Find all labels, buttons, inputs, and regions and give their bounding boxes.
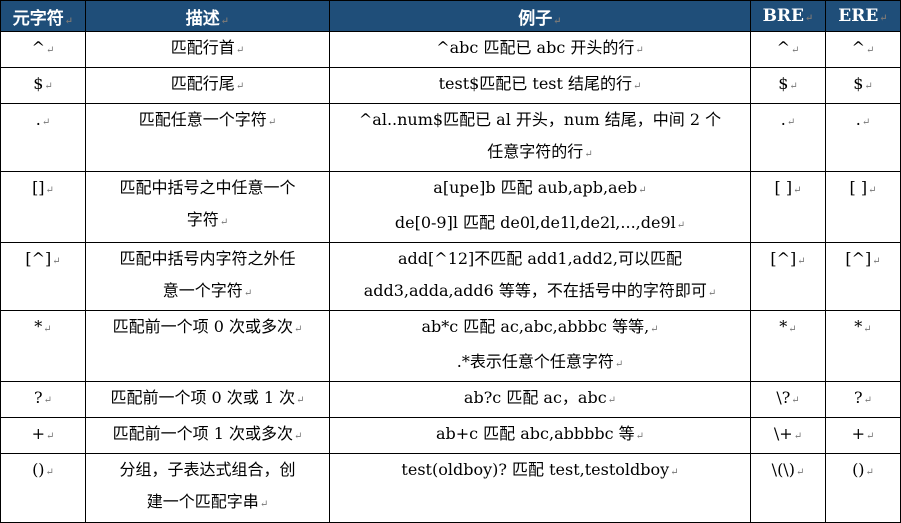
cell-metachar: ?↵ xyxy=(0,381,86,418)
header-description: 描述↵ xyxy=(85,0,330,32)
cell-metachar: []↵ xyxy=(0,171,86,243)
cell-description: 匹配中括号之中任意一个 字符↵ xyxy=(85,171,330,243)
header-metachar: 元字符↵ xyxy=(0,0,86,32)
cell-example: test$匹配已 test 结尾的行↵ xyxy=(329,67,751,104)
cell-bre: *↵ xyxy=(750,310,826,382)
cell-bre: \+↵ xyxy=(750,417,826,454)
cell-metachar: *↵ xyxy=(0,310,86,382)
cell-ere: .↵ xyxy=(825,103,901,172)
cell-example: ^abc 匹配已 abc 开头的行↵ xyxy=(329,31,751,68)
cell-ere: ^↵ xyxy=(825,31,901,68)
cell-bre: [ ]↵ xyxy=(750,171,826,243)
cell-bre: .↵ xyxy=(750,103,826,172)
cell-ere: $↵ xyxy=(825,67,901,104)
cell-description: 匹配行首↵ xyxy=(85,31,330,68)
cell-metachar: ^↵ xyxy=(0,31,86,68)
header-row: 元字符↵ 描述↵ 例子↵ BRE↵ ERE↵ xyxy=(0,0,901,32)
table-row: ^↵ 匹配行首↵ ^abc 匹配已 abc 开头的行↵ ^↵ ^↵ xyxy=(0,31,901,68)
table-row: +↵ 匹配前一个项 1 次或多次↵ ab+c 匹配 abc,abbbbc 等↵ … xyxy=(0,417,901,454)
cell-ere: [ ]↵ xyxy=(825,171,901,243)
cell-metachar: [^]↵ xyxy=(0,242,86,311)
cell-bre: \(\)↵ xyxy=(750,453,826,523)
cell-bre: $↵ xyxy=(750,67,826,104)
table-row: *↵ 匹配前一个项 0 次或多次↵ ab*c 匹配 ac,abc,abbbc 等… xyxy=(0,310,901,382)
cell-description: 匹配前一个项 0 次或 1 次↵ xyxy=(85,381,330,418)
cell-bre: ^↵ xyxy=(750,31,826,68)
table-row: ?↵ 匹配前一个项 0 次或 1 次↵ ab?c 匹配 ac，abc↵ \?↵ … xyxy=(0,381,901,418)
cell-description: 匹配前一个项 0 次或多次↵ xyxy=(85,310,330,382)
cell-ere: +↵ xyxy=(825,417,901,454)
cell-metachar: $↵ xyxy=(0,67,86,104)
cell-bre: \?↵ xyxy=(750,381,826,418)
cell-ere: [^]↵ xyxy=(825,242,901,311)
cell-description: 匹配行尾↵ xyxy=(85,67,330,104)
cell-description: 匹配前一个项 1 次或多次↵ xyxy=(85,417,330,454)
cell-example: ab?c 匹配 ac，abc↵ xyxy=(329,381,751,418)
cell-description: 分组，子表达式组合，创 建一个匹配字串↵ xyxy=(85,453,330,523)
cell-example: ab*c 匹配 ac,abc,abbbc 等等,↵ .*表示任意个任意字符↵ xyxy=(329,310,751,382)
cell-example: test(oldboy)? 匹配 test,testoldboy↵ xyxy=(329,453,751,523)
regex-metachar-table: 元字符↵ 描述↵ 例子↵ BRE↵ ERE↵ ^↵ 匹配行首↵ ^abc 匹配已… xyxy=(0,0,901,523)
header-ere: ERE↵ xyxy=(825,0,901,32)
cell-description: 匹配中括号内字符之外任 意一个字符↵ xyxy=(85,242,330,311)
table-row: $↵ 匹配行尾↵ test$匹配已 test 结尾的行↵ $↵ $↵ xyxy=(0,67,901,104)
cell-ere: ?↵ xyxy=(825,381,901,418)
cell-metachar: .↵ xyxy=(0,103,86,172)
cell-metachar: ()↵ xyxy=(0,453,86,523)
table-row: ()↵ 分组，子表达式组合，创 建一个匹配字串↵ test(oldboy)? 匹配… xyxy=(0,453,901,523)
cell-ere: *↵ xyxy=(825,310,901,382)
cell-bre: [^]↵ xyxy=(750,242,826,311)
cell-example: ab+c 匹配 abc,abbbbc 等↵ xyxy=(329,417,751,454)
cell-description: 匹配任意一个字符↵ xyxy=(85,103,330,172)
table-row: []↵ 匹配中括号之中任意一个 字符↵ a[upe]b 匹配 aub,apb,ae… xyxy=(0,171,901,243)
cell-example: ^al..num$匹配已 al 开头，num 结尾，中间 2 个任意字符的行↵ xyxy=(329,103,751,172)
cell-example: a[upe]b 匹配 aub,apb,aeb↵ de[0-9]l 匹配 de0l,… xyxy=(329,171,751,243)
table-row: .↵ 匹配任意一个字符↵ ^al..num$匹配已 al 开头，num 结尾，中… xyxy=(0,103,901,172)
cell-example: add[^12]不匹配 add1,add2,可以匹配 add3,adda,add6… xyxy=(329,242,751,311)
header-example: 例子↵ xyxy=(329,0,751,32)
cell-ere: ()↵ xyxy=(825,453,901,523)
cell-metachar: +↵ xyxy=(0,417,86,454)
header-bre: BRE↵ xyxy=(750,0,826,32)
table-row: [^]↵ 匹配中括号内字符之外任 意一个字符↵ add[^12]不匹配 add1,… xyxy=(0,242,901,311)
